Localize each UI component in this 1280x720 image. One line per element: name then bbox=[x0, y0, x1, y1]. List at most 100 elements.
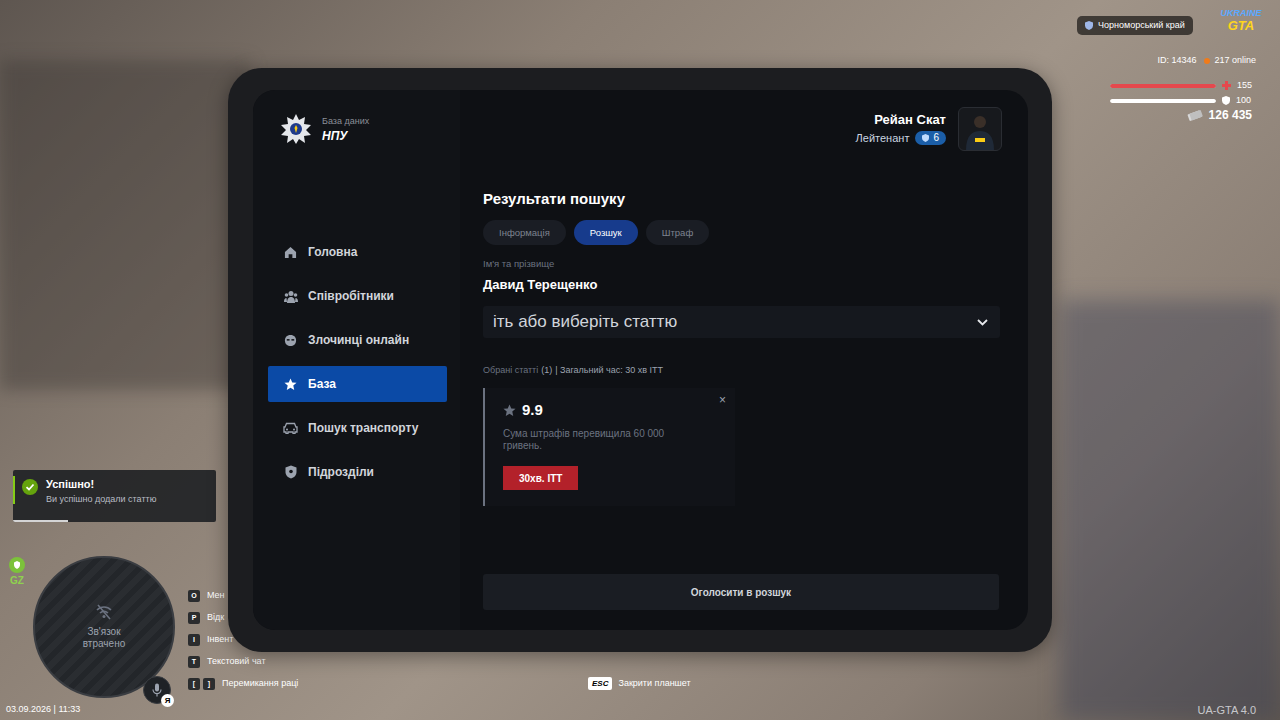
sidebar-item[interactable]: База bbox=[268, 366, 447, 402]
shield-icon bbox=[1085, 21, 1093, 30]
notification-progress-fill bbox=[13, 520, 68, 522]
tablet: База даних НПУ Головна Співробітники Злочи… bbox=[228, 68, 1052, 652]
sidebar: База даних НПУ Головна Співробітники Злочи… bbox=[253, 90, 460, 630]
sidebar-label[interactable]: Пошук транспорту bbox=[308, 421, 418, 435]
rank-row: Лейтенант 6 bbox=[856, 131, 946, 145]
keybind-row: [] Перемикання раці bbox=[188, 677, 298, 690]
money-value: 126 435 bbox=[1209, 106, 1252, 124]
sidebar-item[interactable]: Злочинці онлайн bbox=[268, 322, 447, 358]
sidebar-label[interactable]: База bbox=[308, 377, 336, 391]
background-shape bbox=[0, 60, 250, 390]
avatar-person-icon bbox=[963, 112, 997, 150]
keybind-keys: [] bbox=[188, 678, 215, 690]
article-list: 9.9Сума штрафів перевищила 60 000 гривен… bbox=[483, 388, 1002, 506]
chevron-down-icon[interactable] bbox=[977, 319, 988, 326]
tablet-screen: База даних НПУ Головна Співробітники Злочи… bbox=[253, 90, 1028, 630]
health-value: 155 bbox=[1237, 79, 1252, 93]
close-hint: ESC Закрити планшет bbox=[588, 677, 691, 690]
money-row: 126 435 bbox=[1187, 106, 1252, 124]
sidebar-icon-wrap bbox=[283, 421, 298, 435]
game-logo: UKRAINE GTA bbox=[1212, 9, 1270, 32]
rank-level: 6 bbox=[933, 133, 939, 143]
selected-summary: Обрані статті (1) | Загальний час: 30 хв… bbox=[483, 365, 1002, 376]
sidebar-icon-wrap bbox=[283, 465, 298, 479]
article-select[interactable] bbox=[483, 306, 1000, 338]
article-head: 9.9 bbox=[503, 401, 711, 419]
criminal-mask-icon bbox=[284, 334, 297, 347]
home-icon bbox=[284, 246, 297, 259]
keybind-key: I bbox=[188, 634, 200, 646]
result-tabs: Інформація Розшук Штраф bbox=[483, 220, 1002, 245]
keybind-key: [ bbox=[188, 678, 200, 690]
minimap-status: Зв'язок втрачено bbox=[69, 626, 139, 650]
brand-title: НПУ bbox=[322, 130, 369, 142]
server-info: ID: 14346 217 online bbox=[1157, 54, 1256, 68]
notification-message: Ви успішно додали статтю bbox=[46, 495, 156, 504]
online-dot bbox=[1204, 58, 1210, 64]
zone-icon bbox=[9, 557, 25, 573]
result-tab[interactable]: Інформація bbox=[483, 220, 566, 245]
keybind-label: Інвент bbox=[207, 635, 233, 644]
sidebar-label[interactable]: Головна bbox=[308, 245, 357, 259]
sidebar-icon-wrap bbox=[283, 245, 298, 259]
rank-shield-icon bbox=[922, 134, 929, 142]
police-star-icon bbox=[280, 113, 312, 145]
tab-label[interactable]: Інформація bbox=[499, 228, 550, 238]
sidebar-label[interactable]: Співробітники bbox=[308, 289, 394, 303]
sidebar-icon-wrap bbox=[283, 289, 298, 303]
health-row: 155 bbox=[1110, 79, 1252, 93]
sidebar-item[interactable]: Головна bbox=[268, 234, 447, 270]
keybind-key: O bbox=[188, 590, 200, 602]
name-label: Ім'я та прізвище bbox=[483, 258, 1002, 270]
article-star-icon bbox=[503, 404, 516, 417]
main-panel: Рейан Скат Лейтенант 6 bbox=[460, 90, 1028, 630]
notification-progress-track bbox=[13, 520, 216, 522]
armor-value: 100 bbox=[1236, 94, 1251, 108]
sidebar-item[interactable]: Співробітники bbox=[268, 278, 447, 314]
keybind-keys: I bbox=[188, 634, 200, 646]
car-icon bbox=[283, 422, 298, 434]
remove-article-button[interactable]: × bbox=[719, 394, 726, 406]
armor-row: 100 bbox=[1110, 94, 1251, 108]
article-search-input[interactable] bbox=[493, 309, 969, 335]
article-code: 9.9 bbox=[522, 401, 543, 419]
voice-key-badge: Я bbox=[161, 694, 174, 707]
keybind-key: ] bbox=[203, 678, 215, 690]
money-icon bbox=[1187, 109, 1203, 121]
keybind-keys: P bbox=[188, 612, 200, 624]
brand-subtitle: База даних bbox=[322, 117, 369, 126]
summary-count: (1) bbox=[541, 365, 552, 376]
sidebar-item[interactable]: Пошук транспорту bbox=[268, 410, 447, 446]
article-card: 9.9Сума штрафів перевищила 60 000 гривен… bbox=[483, 388, 735, 506]
penalty-wrap: 30хв. ІТТ bbox=[503, 466, 711, 490]
tab-label[interactable]: Штраф bbox=[662, 228, 693, 238]
keybind-label: Текстовий чат bbox=[207, 657, 266, 666]
result-tab[interactable]: Розшук bbox=[574, 220, 638, 245]
microphone-icon bbox=[152, 683, 162, 697]
sidebar-item[interactable]: Підрозділи bbox=[268, 454, 447, 490]
health-track bbox=[1110, 84, 1216, 88]
keybind-key: T bbox=[188, 656, 200, 668]
profile: Рейан Скат Лейтенант 6 bbox=[483, 107, 1002, 151]
sidebar-menu: Головна Співробітники Злочинці онлайн База П… bbox=[268, 234, 447, 490]
keybind-keys: T bbox=[188, 656, 200, 668]
sidebar-label[interactable]: Підрозділи bbox=[308, 465, 374, 479]
keybind-label: Перемикання раці bbox=[222, 679, 298, 688]
rank-badge: 6 bbox=[915, 131, 946, 145]
notification-title: Успішно! bbox=[46, 479, 156, 490]
tab-label[interactable]: Розшук bbox=[590, 228, 622, 238]
person-name: Давид Терещенко bbox=[483, 277, 1002, 293]
result-tab[interactable]: Штраф bbox=[646, 220, 709, 245]
user-avatar bbox=[958, 107, 1002, 151]
declare-wanted-button[interactable]: Оголосити в розшук bbox=[483, 574, 999, 610]
success-check-icon bbox=[22, 479, 38, 495]
game-screen: Чорноморський край UKRAINE GTA ID: 14346… bbox=[0, 0, 1280, 720]
keybind-row: T Текстовий чат bbox=[188, 655, 298, 668]
armor-fill bbox=[1110, 99, 1216, 103]
profile-text: Рейан Скат Лейтенант 6 bbox=[856, 113, 946, 145]
star-icon bbox=[284, 378, 297, 391]
sidebar-label[interactable]: Злочинці онлайн bbox=[308, 333, 409, 347]
no-signal-icon bbox=[95, 604, 113, 620]
background-shape bbox=[1060, 300, 1280, 720]
summary-label: Обрані статті bbox=[483, 365, 538, 376]
